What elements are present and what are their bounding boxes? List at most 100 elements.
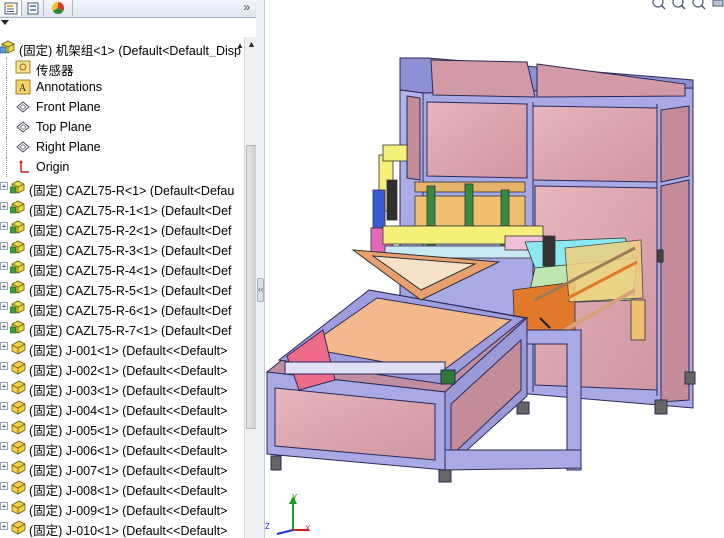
tree-item-label: (固定) CAZL75-R<1> (Default<Defau [29,184,235,197]
tree-item-label: (固定) J-009<1> (Default<<Default> [29,504,228,517]
expand-toggle-icon[interactable]: + [0,482,8,491]
expand-toggle-icon[interactable]: + [0,382,8,391]
tree-item[interactable]: Origin [0,157,244,177]
subassembly-icon [10,320,25,334]
tree-item[interactable]: + (固定) J-003<1> (Default<<Default> [0,377,244,397]
panel-overflow-chevron[interactable]: » [243,0,250,14]
tree-item-label: (固定) J-005<1> (Default<<Default> [29,424,228,437]
tree-item[interactable]: + (固定) CAZL75-R-7<1> (Default<Def [0,317,244,337]
tree-item-label: Right Plane [36,140,101,154]
expand-toggle-icon[interactable]: + [0,362,8,371]
expand-toggle-icon[interactable]: + [0,442,8,451]
tree-item[interactable]: + (固定) J-005<1> (Default<<Default> [0,417,244,437]
machine-3d-model [265,57,696,483]
expand-toggle-icon[interactable]: + [0,222,8,231]
expand-toggle-icon[interactable]: + [0,302,8,311]
tree-item-label: (固定) J-010<1> (Default<<Default> [29,524,228,537]
part-icon [11,420,26,435]
tree-item[interactable]: 传感器 [0,57,244,77]
tree-item[interactable]: + (固定) J-002<1> (Default<<Default> [0,357,244,377]
display-manager-tab[interactable] [44,0,73,16]
subassembly-icon [10,180,25,194]
tree-item-label: (固定) J-007<1> (Default<<Default> [29,464,228,477]
tree-item-label: (固定) CAZL75-R-7<1> (Default<Def [29,324,232,337]
tree-item[interactable]: + (固定) J-008<1> (Default<<Default> [0,477,244,497]
subassembly-icon [10,200,25,214]
feature-manager-tab[interactable] [0,0,22,16]
tree-item[interactable]: + (固定) CAZL75-R-2<1> (Default<Def [0,217,244,237]
subassembly-icon [10,240,25,254]
part-icon [11,380,26,395]
tree-item[interactable]: Right Plane [0,137,244,157]
part-icon [11,400,26,415]
property-manager-tab[interactable] [22,0,44,16]
tree-item-label: (固定) J-004<1> (Default<<Default> [29,404,228,417]
expand-toggle-icon[interactable]: + [0,462,8,471]
part-icon [11,360,26,375]
tree-item-label: (固定) J-008<1> (Default<<Default> [29,484,228,497]
tree-connector [6,157,8,177]
part-icon [11,480,26,495]
tree-connector [6,117,8,137]
plane-icon [16,101,30,113]
tree-item-label: (固定) J-003<1> (Default<<Default> [29,384,228,397]
expand-toggle-icon[interactable]: + [0,242,8,251]
tree-connector [6,57,8,77]
tree-item-label: 传感器 [36,64,74,77]
tree-item[interactable]: + (固定) CAZL75-R<1> (Default<Defau [0,177,244,197]
tree-item-label: (固定) CAZL75-R-6<1> (Default<Def [29,304,232,317]
expand-toggle-icon[interactable]: + [0,402,8,411]
tree-item[interactable]: Top Plane [0,117,244,137]
tree-item[interactable]: Front Plane [0,97,244,117]
expand-toggle-icon[interactable]: + [0,322,8,331]
feature-tree: (固定) 机架组<1> (Default<Default_Disp −▲ 传感器… [0,37,244,538]
graphics-area[interactable]: Y X Z [265,0,724,538]
expand-toggle-icon[interactable]: + [0,502,8,511]
tree-item[interactable]: + (固定) CAZL75-R-3<1> (Default<Def [0,237,244,257]
expand-toggle-icon[interactable]: + [0,202,8,211]
expand-toggle-icon[interactable]: + [0,182,8,191]
origin-icon [19,160,29,173]
collapse-panel-icon[interactable]: ‹‹ [257,278,264,302]
tree-item[interactable]: + (固定) J-007<1> (Default<<Default> [0,457,244,477]
part-icon [11,500,26,515]
expand-toggle-icon[interactable]: + [0,522,8,531]
part-icon [11,520,26,535]
expand-toggle-icon[interactable]: + [0,422,8,431]
tree-item-label: (固定) J-006<1> (Default<<Default> [29,444,228,457]
tree-item[interactable]: + (固定) CAZL75-R-5<1> (Default<Def [0,277,244,297]
triad-x-label: X [305,524,311,533]
tree-item[interactable]: + (固定) J-001<1> (Default<<Default> [0,337,244,357]
part-icon [11,460,26,475]
subassembly-icon [10,260,25,274]
sensor-folder-icon [15,60,31,74]
tree-item-label: Origin [36,160,70,174]
subassembly-icon [10,280,25,294]
tree-item[interactable]: + (固定) CAZL75-R-1<1> (Default<Def [0,197,244,217]
tree-item[interactable]: + (固定) CAZL75-R-6<1> (Default<Def [0,297,244,317]
tree-item[interactable]: + (固定) CAZL75-R-4<1> (Default<Def [0,257,244,277]
plane-icon [16,121,30,133]
scroll-up-arrow-icon[interactable]: ▲ [247,39,256,49]
tree-connector [6,97,8,117]
tree-item[interactable]: + (固定) J-006<1> (Default<<Default> [0,437,244,457]
tree-item-label: (固定) CAZL75-R-1<1> (Default<Def [29,204,232,217]
tree-item-label: (固定) CAZL75-R-2<1> (Default<Def [29,224,232,237]
tree-item[interactable]: + (固定) J-004<1> (Default<<Default> [0,397,244,417]
tree-item[interactable]: + (固定) J-009<1> (Default<<Default> [0,497,244,517]
expand-toggle-icon[interactable]: + [0,342,8,351]
tree-item-label: (固定) CAZL75-R-5<1> (Default<Def [29,284,232,297]
tree-item-label: (固定) CAZL75-R-3<1> (Default<Def [29,244,232,257]
feature-manager-panel: » (固定) 机架组<1> (Default<Default_Disp −▲ 传… [0,0,257,538]
tree-root-assembly[interactable]: (固定) 机架组<1> (Default<Default_Disp −▲ [0,37,244,57]
tree-item[interactable]: + (固定) J-010<1> (Default<<Default> [0,517,244,537]
expand-toggle-icon[interactable]: + [0,282,8,291]
annotations-icon: A [15,79,31,95]
tree-filter-dropdown-icon[interactable] [1,20,9,25]
tree-root-label: (固定) 机架组<1> (Default<Default_Disp [19,44,241,57]
triad-z-label: Z [265,522,270,531]
tree-item-label: Top Plane [36,120,92,134]
tree-item[interactable]: A Annotations [0,77,244,97]
expand-toggle-icon[interactable]: + [0,262,8,271]
panel-splitter[interactable]: ‹‹ [256,0,265,538]
